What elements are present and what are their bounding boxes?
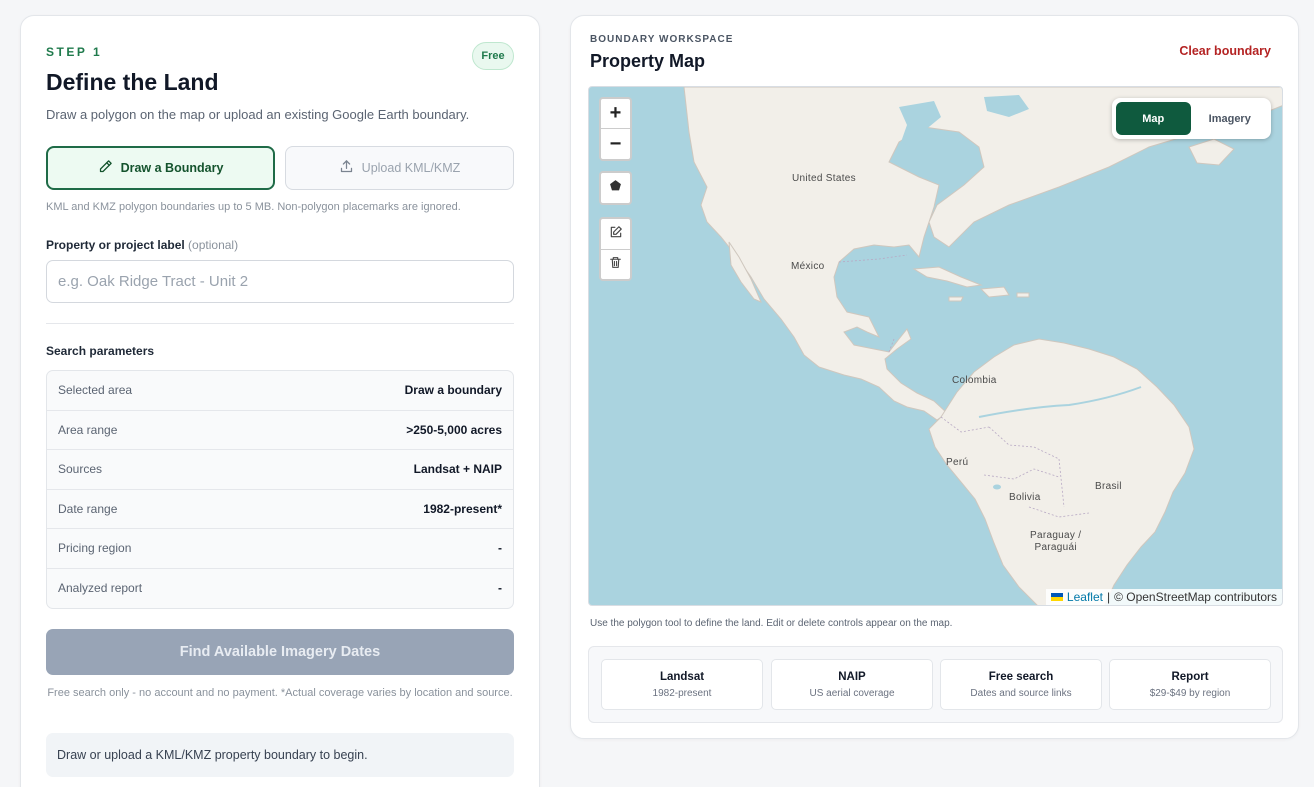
jamaica	[948, 296, 964, 302]
param-key: Analyzed report	[58, 581, 143, 596]
attribution-separator: |	[1106, 590, 1111, 604]
param-value: Draw a boundary	[404, 383, 502, 398]
search-parameters-title: Search parameters	[46, 344, 155, 358]
param-row-area-range: Area range >250-5,000 acres	[47, 411, 513, 450]
upload-icon	[339, 159, 354, 177]
define-land-panel: STEP 1 Free Define the Land Draw a polyg…	[20, 15, 540, 787]
leaflet-link[interactable]: Leaflet	[1067, 590, 1103, 604]
clear-boundary-button[interactable]: Clear boundary	[1179, 44, 1271, 58]
map-label-colombia: Colombia	[952, 375, 997, 386]
delete-layers-button[interactable]	[601, 249, 630, 279]
upload-kml-button[interactable]: Upload KML/KMZ	[285, 146, 514, 190]
step-label: STEP 1	[46, 45, 103, 59]
param-value: -	[498, 541, 502, 556]
map-hint: Use the polygon tool to define the land.…	[590, 618, 953, 629]
page-title: Define the Land	[46, 69, 219, 95]
boundary-workspace-panel: BOUNDARY WORKSPACE Property Map Clear bo…	[570, 15, 1299, 739]
feature-subtitle: US aerial coverage	[809, 687, 895, 699]
ukraine-flag-icon	[1050, 593, 1063, 601]
map-label-brasil: Brasil	[1095, 481, 1122, 492]
zoom-out-button[interactable]: −	[601, 129, 630, 159]
param-key: Sources	[58, 462, 103, 477]
param-row-sources: Sources Landsat + NAIP	[47, 450, 513, 490]
fine-print: Free search only - no account and no pay…	[47, 687, 513, 699]
layer-imagery-button[interactable]: Imagery	[1193, 102, 1268, 135]
param-value: Landsat + NAIP	[413, 462, 502, 477]
upload-hint: KML and KMZ polygon boundaries up to 5 M…	[46, 201, 461, 213]
property-label-input[interactable]	[46, 260, 514, 303]
hispaniola	[979, 286, 1010, 298]
draw-boundary-button[interactable]: Draw a Boundary	[46, 146, 275, 190]
feature-card-naip: NAIP US aerial coverage	[771, 659, 933, 710]
feature-card-landsat: Landsat 1982-present	[601, 659, 763, 710]
param-value: >250-5,000 acres	[406, 422, 502, 437]
draw-toolbar	[599, 171, 632, 205]
param-value: 1982-present*	[423, 501, 502, 516]
edit-layers-button[interactable]	[601, 219, 630, 249]
feature-subtitle: 1982-present	[652, 687, 712, 699]
free-badge: Free	[472, 42, 514, 70]
map-label-bolivia: Bolivia	[1009, 492, 1041, 503]
draw-boundary-label: Draw a Boundary	[120, 161, 224, 175]
feature-card-free-search: Free search Dates and source links	[940, 659, 1102, 710]
param-key: Pricing region	[58, 541, 132, 556]
edit-toolbar	[599, 217, 632, 281]
feature-title: NAIP	[838, 670, 866, 683]
property-map[interactable]: United States México Colombia Perú Boliv…	[588, 86, 1283, 606]
puerto-rico	[1016, 292, 1030, 298]
upload-kml-label: Upload KML/KMZ	[361, 161, 461, 175]
optional-tag: (optional)	[188, 238, 239, 252]
draw-polygon-button[interactable]	[601, 173, 630, 203]
param-row-pricing-region: Pricing region -	[47, 529, 513, 569]
map-label-mexico: México	[791, 261, 825, 272]
param-value: -	[498, 581, 502, 596]
edit-icon	[609, 225, 623, 244]
workspace-label: BOUNDARY WORKSPACE	[590, 34, 734, 45]
feature-strip: Landsat 1982-present NAIP US aerial cove…	[588, 646, 1283, 723]
map-label-paraguay-line1: Paraguay /	[1030, 530, 1082, 541]
map-attribution: Leaflet | © OpenStreetMap contributors	[1045, 589, 1282, 605]
map-label-united-states: United States	[792, 173, 856, 184]
feature-title: Free search	[988, 670, 1054, 683]
find-imagery-dates-button[interactable]: Find Available Imagery Dates	[46, 629, 514, 675]
param-row-selected-area: Selected area Draw a boundary	[47, 371, 513, 411]
layer-map-button[interactable]: Map	[1116, 102, 1191, 135]
feature-subtitle: $29-$49 by region	[1149, 687, 1231, 699]
param-key: Date range	[58, 501, 118, 516]
param-row-analyzed-report: Analyzed report -	[47, 569, 513, 609]
map-label-paraguay: Paraguay / Paraguái	[1030, 530, 1081, 554]
feature-title: Report	[1171, 670, 1209, 683]
property-label-text: Property or project label	[46, 238, 185, 252]
polygon-icon	[609, 179, 622, 197]
map-label-peru: Perú	[946, 457, 969, 468]
feature-title: Landsat	[659, 670, 705, 683]
page-subtitle: Draw a polygon on the map or upload an e…	[46, 107, 470, 122]
cuba	[912, 266, 983, 288]
feature-card-report: Report $29-$49 by region	[1109, 659, 1271, 710]
zoom-control: + −	[599, 97, 632, 161]
param-row-date-range: Date range 1982-present*	[47, 490, 513, 529]
lake-titicaca	[993, 484, 1001, 490]
param-key: Selected area	[58, 383, 133, 398]
divider	[46, 323, 514, 324]
trash-icon	[609, 256, 622, 274]
search-parameters-table: Selected area Draw a boundary Area range…	[46, 370, 514, 609]
param-key: Area range	[58, 422, 118, 437]
newfoundland	[1188, 138, 1235, 166]
feature-subtitle: Dates and source links	[970, 687, 1072, 699]
zoom-in-button[interactable]: +	[601, 99, 630, 129]
map-title: Property Map	[590, 51, 706, 71]
osm-attribution: © OpenStreetMap contributors	[1114, 590, 1277, 604]
map-basemap	[683, 87, 1282, 605]
status-message: Draw or upload a KML/KMZ property bounda…	[46, 733, 514, 777]
map-label-paraguay-line2: Paraguái	[1034, 542, 1077, 553]
property-label-title: Property or project label (optional)	[46, 238, 238, 252]
layer-toggle: Map Imagery	[1112, 98, 1271, 139]
pencil-icon	[98, 159, 113, 177]
